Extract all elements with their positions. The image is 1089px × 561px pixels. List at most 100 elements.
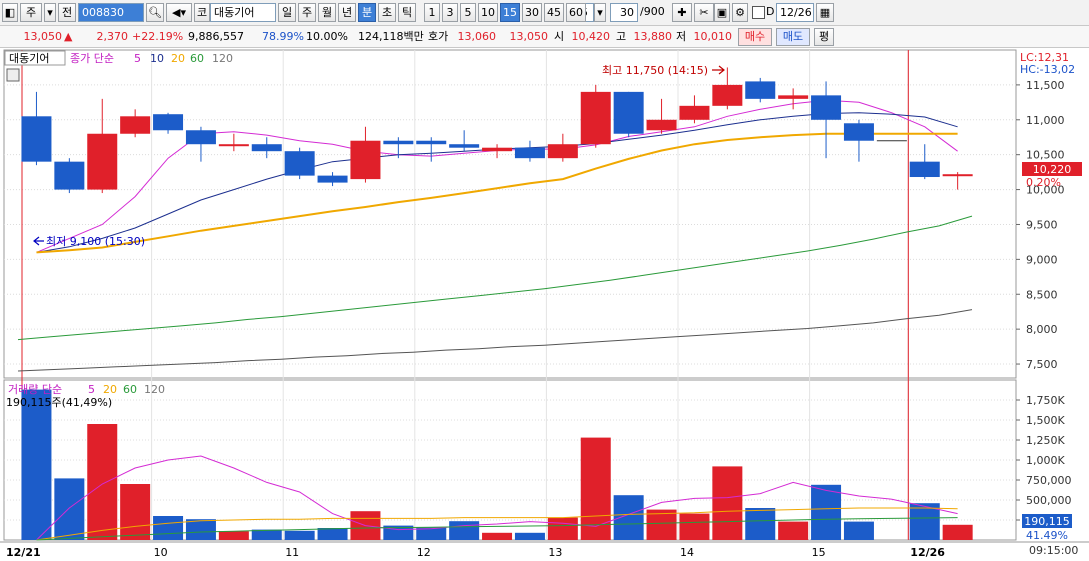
ma-legend-20: 20 [171, 52, 185, 65]
period-button-0[interactable]: 일 [278, 3, 296, 22]
interval-button-10[interactable]: 10 [478, 3, 498, 22]
sell-button[interactable]: 매도 [776, 28, 810, 46]
volume-bar [547, 517, 578, 540]
ma-legend-60: 60 [190, 52, 204, 65]
volume-axis-label: 500,000 [1026, 494, 1072, 507]
vol-legend-60: 60 [123, 383, 137, 396]
period-button-4[interactable]: 분 [358, 3, 376, 22]
candle-down [153, 114, 184, 131]
hc-label: HC:-13,02 [1020, 63, 1075, 76]
vol-legend-5: 5 [88, 383, 95, 396]
candle-up [350, 140, 381, 180]
bid-price: 13,050 [509, 30, 549, 43]
volume-info: 190,115주(41,49%) [6, 396, 112, 409]
candle-down [514, 147, 545, 159]
layout-icon[interactable]: ◧ [2, 3, 18, 22]
interval-button-3[interactable]: 3 [442, 3, 458, 22]
volume-bar [613, 495, 644, 540]
x-axis-label: 14 [680, 546, 694, 559]
calendar-icon[interactable]: ▦ [816, 3, 834, 22]
period-button-6[interactable]: 틱 [398, 3, 416, 22]
market-button[interactable]: 주 [20, 3, 42, 22]
scissors-icon[interactable]: ✂ [694, 3, 714, 22]
ma-legend-10: 10 [150, 52, 164, 65]
speaker-icon[interactable]: ◀▾ [166, 3, 192, 22]
x-axis-label: 13 [548, 546, 562, 559]
gear-icon[interactable]: ⚙ [732, 3, 748, 22]
rate: 10.00% [306, 30, 348, 43]
volume-axis-label: 1,750K [1026, 394, 1065, 407]
period-button-5[interactable]: 초 [378, 3, 396, 22]
candle-down [449, 144, 480, 148]
interval-button-5[interactable]: 5 [460, 3, 476, 22]
open-price: 10,420 [571, 30, 611, 43]
price-axis-label: 11,000 [1026, 114, 1065, 127]
period-button-3[interactable]: 년 [338, 3, 356, 22]
crosshair-icon[interactable]: ✚ [672, 3, 692, 22]
volume-bar [218, 531, 249, 540]
ma-legend-120: 120 [212, 52, 233, 65]
market-dropdown-icon[interactable]: ▾ [44, 3, 56, 22]
date-checkbox[interactable] [752, 6, 765, 19]
date-input[interactable]: 12/26 [776, 3, 814, 22]
high-annotation: 최고 11,750 (14:15) [602, 64, 708, 77]
candle-up [482, 147, 513, 152]
volume-bar [778, 521, 809, 540]
stock-code-input[interactable]: 008830 [78, 3, 144, 22]
date-checkbox-label: D [766, 5, 775, 18]
count-input[interactable]: 30 [610, 3, 638, 22]
interval-button-30[interactable]: 30 [522, 3, 542, 22]
low-annotation: 최저 9,100 (15:30) [46, 235, 145, 248]
low-price: 10,010 [693, 30, 733, 43]
x-axis-label: 11 [285, 546, 299, 559]
candle-down [21, 116, 52, 162]
vol-legend-20: 20 [103, 383, 117, 396]
interval-button-1[interactable]: 1 [424, 3, 440, 22]
candle-up [712, 84, 743, 106]
candle-up [547, 144, 578, 159]
volume-bar [843, 521, 874, 540]
search-icon[interactable]: 🔍︎ [146, 3, 164, 22]
volume-bar [712, 466, 743, 540]
candle-down [416, 140, 447, 145]
period-button-2[interactable]: 월 [318, 3, 336, 22]
volume-bar [745, 508, 776, 540]
price-axis-label: 8,500 [1026, 288, 1058, 301]
x-axis-label: 12/26 [910, 546, 945, 559]
ask-label: 호가 [428, 30, 449, 43]
current-volume-axis: 190,115 [1024, 515, 1070, 528]
x-axis-label: 15 [812, 546, 826, 559]
stock-type-button[interactable]: 코 [194, 3, 210, 22]
grid-toggle-icon[interactable] [6, 68, 20, 82]
prev-button[interactable]: 전 [58, 3, 76, 22]
volume-bar [317, 528, 348, 540]
interval-button-15[interactable]: 15 [500, 3, 520, 22]
open-label: 시 [554, 30, 565, 43]
price-axis-label: 7,500 [1026, 358, 1058, 371]
interval-button-60[interactable]: 60 [566, 3, 586, 22]
candle-up [218, 144, 249, 147]
low-label: 저 [676, 30, 687, 43]
candle-up [87, 133, 118, 190]
interval-button-45[interactable]: 45 [544, 3, 564, 22]
price-axis-label: 9,000 [1026, 253, 1058, 266]
change-percent: +22.19% [132, 30, 184, 43]
candle-down [613, 91, 644, 134]
volume-bar [54, 478, 85, 540]
current-price-axis: 10,220 [1033, 163, 1072, 176]
stock-chart[interactable]: 11,50011,00010,50010,0009,5009,0008,5008… [0, 48, 1089, 561]
volume-bar [251, 529, 282, 540]
eval-button[interactable]: 평 [814, 28, 834, 46]
volume-axis-label: 750,000 [1026, 474, 1072, 487]
volume-bar [514, 532, 545, 540]
price-moving-averages [17, 99, 973, 372]
current-volume-pct: 41.49% [1026, 529, 1068, 542]
time-label: 09:15:00 [1029, 544, 1078, 557]
candlesticks [21, 67, 973, 194]
buy-button[interactable]: 매수 [738, 28, 772, 46]
candle-up [778, 95, 809, 99]
interval-dropdown-icon[interactable]: ▾ [594, 3, 606, 22]
save-icon[interactable]: ▣ [714, 3, 730, 22]
period-button-1[interactable]: 주 [298, 3, 316, 22]
volume-ratio: 78.99% [262, 30, 304, 43]
